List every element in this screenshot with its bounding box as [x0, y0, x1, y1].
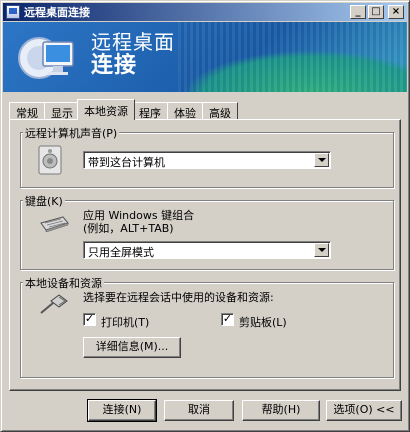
- usb-plug-icon: [40, 294, 68, 314]
- window-title: 远程桌面连接: [24, 6, 90, 19]
- sound-group: 远程计算机声音(P) 带到这台计算机: [20, 125, 394, 188]
- banner-title-line1: 远程桌面: [91, 30, 175, 54]
- keyboard-select[interactable]: 只用全屏模式: [83, 241, 331, 259]
- minimize-button[interactable]: _: [350, 5, 366, 19]
- sound-select[interactable]: 带到这台计算机: [83, 151, 331, 169]
- tab-general[interactable]: 常规: [9, 102, 45, 120]
- title-bar[interactable]: 远程桌面连接 _ □ ×: [3, 3, 407, 21]
- tab-local-resources[interactable]: 本地资源: [77, 99, 135, 120]
- keyboard-select-value: 只用全屏模式: [88, 246, 154, 259]
- devices-group: 本地设备和资源 选择要在远程会话中使用的设备和资源: ✓ 打印机(T) ✓ 剪贴…: [20, 275, 394, 378]
- maximize-button[interactable]: □: [368, 5, 384, 19]
- banner-title-line2: 连接: [91, 53, 138, 78]
- keyboard-group-label: 键盘(K): [23, 193, 65, 209]
- banner-stripes: [178, 22, 407, 92]
- tab-strip: 常规 显示 本地资源 程序 体验 高级: [9, 99, 238, 120]
- keyboard-icon: [40, 216, 69, 233]
- tab-display[interactable]: 显示: [44, 102, 80, 120]
- remote-desktop-icon: [6, 5, 20, 19]
- close-button[interactable]: ×: [388, 5, 404, 19]
- help-button[interactable]: 帮助(H): [242, 400, 320, 421]
- rdp-window: 远程桌面连接 _ □ × 远程桌面 连接 常规 显示 本地资源 程序 体验 高级…: [0, 0, 410, 432]
- local-resources-panel: 远程计算机声音(P) 带到这台计算机 键盘(K) 应用 Windows 键组合 …: [9, 119, 401, 391]
- tab-experience[interactable]: 体验: [167, 102, 203, 120]
- options-button[interactable]: 选项(O) <<: [326, 400, 402, 421]
- clipboard-checkbox[interactable]: ✓: [221, 313, 234, 326]
- printer-checkbox[interactable]: ✓: [83, 313, 96, 326]
- tab-advanced[interactable]: 高级: [202, 102, 238, 120]
- banner-title: 远程桌面 连接: [91, 30, 175, 78]
- remote-desktop-logo-icon: [18, 37, 74, 79]
- devices-desc: 选择要在远程会话中使用的设备和资源:: [83, 291, 274, 304]
- chevron-down-icon[interactable]: [314, 153, 329, 167]
- connect-button[interactable]: 连接(N): [87, 399, 157, 422]
- clipboard-label[interactable]: 剪贴板(L): [239, 314, 287, 330]
- chevron-down-icon[interactable]: [314, 243, 329, 257]
- sound-group-label: 远程计算机声音(P): [23, 125, 120, 141]
- sound-select-value: 带到这台计算机: [88, 156, 165, 169]
- cancel-button[interactable]: 取消: [164, 400, 234, 421]
- banner: 远程桌面 连接: [3, 22, 407, 92]
- details-button[interactable]: 详细信息(M)...: [83, 337, 181, 358]
- printer-label[interactable]: 打印机(T): [101, 314, 149, 330]
- speaker-icon: [38, 145, 62, 175]
- tab-programs[interactable]: 程序: [132, 102, 168, 120]
- keyboard-desc-line2: (例如，ALT+TAB): [83, 222, 174, 235]
- keyboard-group: 键盘(K) 应用 Windows 键组合 (例如，ALT+TAB) 只用全屏模式: [20, 193, 394, 270]
